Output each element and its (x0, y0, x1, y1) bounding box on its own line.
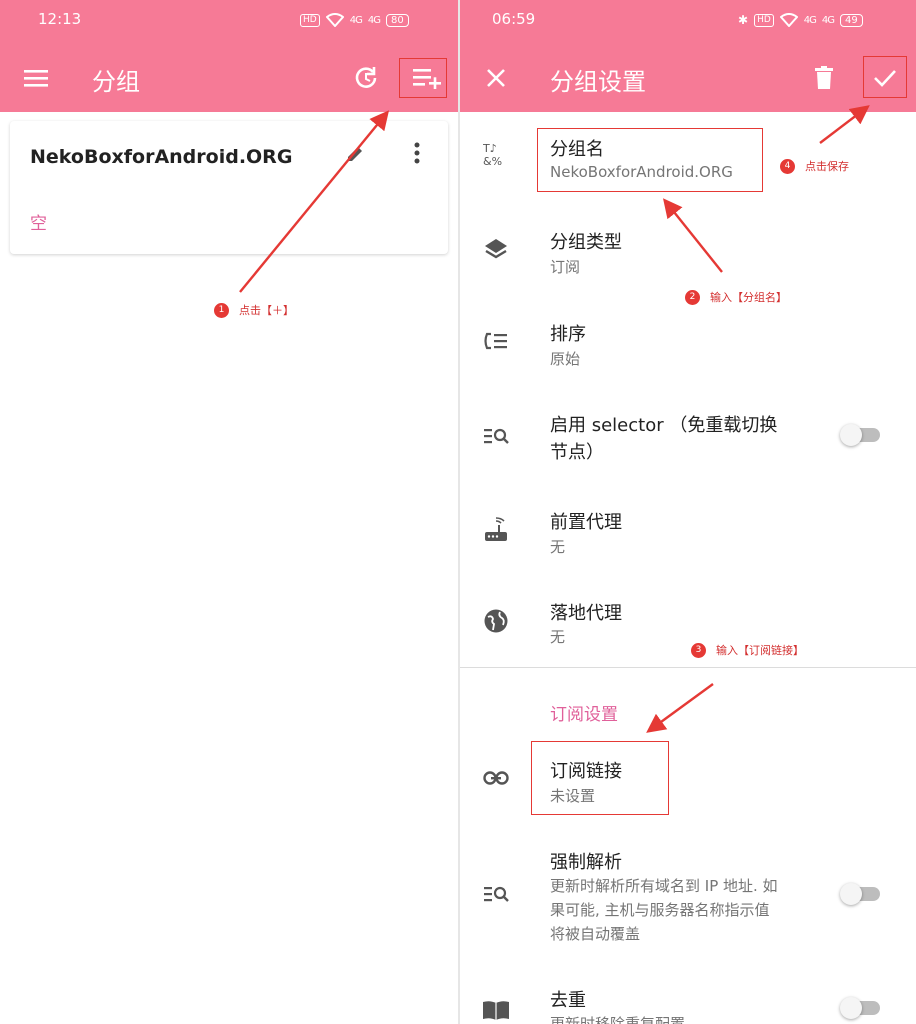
close-icon[interactable] (482, 64, 510, 92)
refresh-icon[interactable] (352, 64, 380, 92)
pref-subscription-link[interactable]: 订阅链接 未设置 (460, 740, 916, 820)
pref-sort[interactable]: 排序 原始 (460, 302, 916, 392)
pref-title: 启用 selector （免重载切换 (550, 415, 778, 436)
toggle-thumb (840, 424, 862, 446)
pref-title: 前置代理 (550, 512, 622, 533)
annotation-number: 4 (780, 158, 795, 174)
pref-title: 落地代理 (550, 603, 622, 624)
section-title-subscription: 订阅设置 (550, 705, 618, 725)
delete-icon[interactable] (810, 64, 838, 92)
status-icons: HD 4G 4G 80 (300, 10, 409, 30)
section-divider (460, 667, 916, 668)
hd-badge: HD (754, 13, 774, 27)
pref-summary: 订阅 (550, 258, 581, 276)
status-time: 06:59 (492, 10, 536, 28)
status-time: 12:13 (38, 10, 82, 28)
signal-icon-2: 4G (821, 14, 835, 26)
app-bar: 06:59 ✱ HD 4G 4G 49 分组设置 (460, 0, 916, 112)
annotation-number: 1 (214, 302, 229, 318)
status-bar: 12:13 HD 4G 4G 80 (38, 10, 448, 34)
annotation-text: 输入【分组名】 (710, 291, 787, 304)
pref-summary: 无 (550, 628, 566, 646)
add-button-highlight (399, 58, 447, 98)
menu-icon[interactable] (22, 64, 50, 92)
book-icon (482, 996, 510, 1024)
pref-title-line2: 节点） (550, 442, 604, 463)
signal-icon-1: 4G (803, 14, 817, 26)
battery-indicator: 80 (385, 13, 409, 27)
save-button-highlight (863, 56, 907, 98)
annotation-text: 输入【订阅链接】 (716, 644, 804, 657)
group-card-title: NekoBoxforAndroid.ORG (30, 146, 293, 168)
pref-landing-proxy[interactable]: 落地代理 无 (460, 582, 916, 668)
battery-indicator: 49 (840, 13, 863, 27)
pref-force-resolve[interactable]: 强制解析 更新时解析所有域名到 IP 地址. 如 果可能, 主机与服务器名称指示… (460, 836, 916, 966)
page-title: 分组设置 (550, 68, 646, 96)
svg-text:&%: &% (483, 155, 502, 167)
more-vert-icon[interactable] (406, 139, 428, 167)
app-bar: 12:13 HD 4G 4G 80 分组 (0, 0, 458, 112)
annotation-text: 点击【＋】 (239, 304, 294, 317)
pref-summary: 更新时移除重复配置 (550, 1015, 686, 1024)
wifi-icon (325, 13, 344, 27)
toggle-thumb (840, 997, 862, 1019)
pref-title: 强制解析 (550, 852, 622, 873)
status-bar: 06:59 ✱ HD 4G 4G 49 (492, 10, 902, 34)
layers-icon (482, 235, 510, 263)
pref-front-proxy[interactable]: 前置代理 无 (460, 490, 916, 580)
group-card[interactable]: NekoBoxforAndroid.ORG 空 (10, 121, 448, 254)
pref-title: 去重 (550, 990, 586, 1011)
link-icon (482, 764, 510, 792)
screenshot-root: 12:13 HD 4G 4G 80 分组 NekoBoxforAndroid.O… (0, 0, 916, 1024)
edit-icon[interactable] (344, 143, 366, 165)
group-card-empty-label: 空 (30, 214, 47, 234)
annotation-1: 1 点击【＋】 (214, 302, 294, 318)
list-search-icon (482, 880, 510, 908)
force-resolve-toggle[interactable] (840, 883, 882, 905)
wifi-icon (779, 13, 798, 27)
pref-summary-line1: 更新时解析所有域名到 IP 地址. 如 (550, 877, 778, 895)
dedupe-toggle[interactable] (840, 997, 882, 1019)
svg-text:T♪: T♪ (483, 142, 497, 155)
router-icon (482, 516, 510, 544)
signal-icon-2: 4G (367, 14, 381, 26)
pref-deduplicate[interactable]: 去重 更新时移除重复配置 (460, 974, 916, 1024)
toggle-thumb (840, 883, 862, 905)
group-settings-screen: 06:59 ✱ HD 4G 4G 49 分组设置 T♪ &% 分组名 NekoB… (460, 0, 916, 1024)
list-search-icon (482, 422, 510, 450)
annotation-4: 4 点击保存 (780, 158, 849, 174)
status-icons: ✱ HD 4G 4G 49 (738, 10, 863, 30)
page-title: 分组 (92, 68, 140, 96)
annotation-text: 点击保存 (805, 160, 849, 173)
subscription-link-highlight (531, 741, 669, 815)
bluetooth-icon: ✱ (738, 13, 749, 27)
annotation-number: 2 (685, 289, 700, 305)
annotation-number: 3 (691, 642, 706, 658)
pref-group-type[interactable]: 分组类型 订阅 (460, 210, 916, 300)
sort-icon (482, 327, 510, 355)
pref-summary: 原始 (550, 350, 581, 368)
annotation-2: 2 输入【分组名】 (685, 289, 787, 305)
globe-icon (482, 607, 510, 635)
pref-summary: 无 (550, 538, 566, 556)
pref-summary-line2: 果可能, 主机与服务器名称指示值 (550, 901, 770, 919)
pref-title: 分组类型 (550, 232, 622, 253)
hd-badge: HD (300, 13, 320, 27)
text-format-icon: T♪ &% (482, 140, 510, 168)
annotation-3: 3 输入【订阅链接】 (691, 642, 804, 658)
pref-title: 排序 (550, 324, 586, 345)
pref-enable-selector[interactable]: 启用 selector （免重载切换 节点） (460, 394, 916, 490)
pref-summary-line3: 将被自动覆盖 (550, 925, 641, 943)
group-name-highlight (537, 128, 763, 192)
selector-toggle[interactable] (840, 424, 882, 446)
signal-icon-1: 4G (349, 14, 363, 26)
group-list-screen: 12:13 HD 4G 4G 80 分组 NekoBoxforAndroid.O… (0, 0, 458, 1024)
